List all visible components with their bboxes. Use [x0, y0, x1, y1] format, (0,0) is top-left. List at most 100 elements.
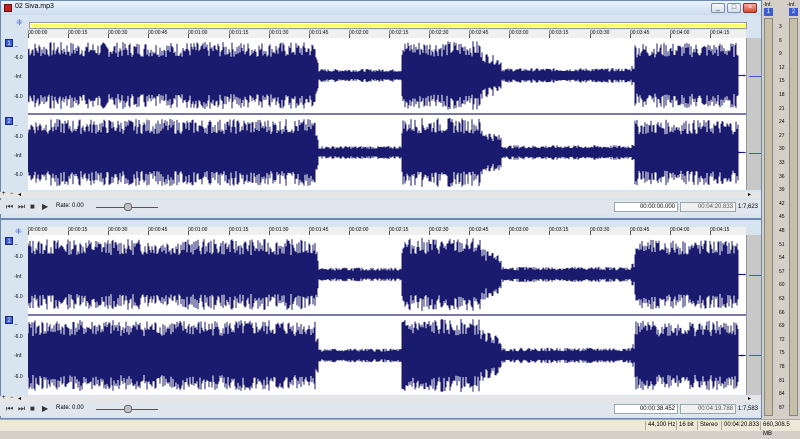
length-field: 00:04:20.833 — [680, 202, 736, 212]
transport-bar-top: ⏮ ⏭ ■ ▶ Rate: 0.00 00:00:00.000 00:04:20… — [0, 200, 760, 214]
waveform-top[interactable] — [28, 38, 746, 190]
meter-scale-label: 57 — [779, 268, 785, 275]
stop-icon[interactable]: ■ — [30, 203, 38, 211]
rate-slider-knob[interactable] — [124, 203, 132, 211]
waveform-channel-2[interactable] — [28, 118, 746, 187]
horizontal-scrollbar-top[interactable]: + − ◂ ▸ — [0, 191, 760, 198]
close-icon: × — [747, 4, 753, 11]
db-label: -6.0 — [14, 254, 23, 260]
zoom-ratio: 1:7,623 — [738, 204, 759, 210]
channel-separator — [28, 314, 746, 316]
channel-1-button[interactable]: 1 — [5, 39, 13, 47]
scroll-left-icon[interactable]: ◂ — [18, 191, 21, 198]
ruler-tick-label: 00:00:30 — [108, 227, 128, 233]
ruler-tick-label: 00:04:00 — [670, 30, 690, 36]
channel-2-button[interactable]: 2 — [5, 316, 13, 324]
ruler-tick-label: 00:02:00 — [349, 227, 369, 233]
collapse-ch1-icon[interactable]: − — [14, 44, 20, 51]
ruler-tick-label: 00:00:15 — [68, 227, 88, 233]
play-icon[interactable]: ▶ — [42, 203, 50, 211]
rate-label: Rate: 0.00 — [56, 405, 84, 411]
title-bar[interactable]: 02 Siva.mp3 _ □ × — [1, 1, 761, 15]
meter-channel-2-button[interactable]: 2 — [789, 8, 798, 16]
maximize-icon: □ — [731, 4, 737, 11]
close-button[interactable]: × — [743, 3, 757, 13]
meter-scale-label: 15 — [779, 78, 785, 85]
zoom-out-icon[interactable]: − — [10, 191, 14, 197]
waveform-channel-2[interactable] — [28, 319, 746, 392]
collapse-ch1-icon[interactable]: − — [14, 242, 20, 249]
meter-scale-label: 51 — [779, 241, 785, 248]
ruler-tick-label: 00:04:00 — [670, 227, 690, 233]
waveform-bottom[interactable] — [28, 235, 746, 395]
transport-bar-bottom: ⏮ ⏭ ■ ▶ Rate: 0.00 00:00:38.452 00:04:19… — [0, 402, 760, 416]
meter-channel-1-button[interactable]: 1 — [764, 8, 773, 16]
go-to-start-icon[interactable]: ⏮ — [6, 405, 14, 413]
collapse-ch2-icon[interactable]: − — [14, 123, 20, 130]
waveform-view-bottom[interactable] — [28, 235, 746, 395]
waveform-view-top[interactable] — [28, 38, 746, 190]
time-ruler-bottom[interactable]: 00:00:00 00:00:15 00:00:30 00:00:45 00:01:00… — [28, 227, 746, 235]
zoom-out-icon[interactable]: − — [10, 395, 14, 401]
ruler-tick-label: 00:01:45 — [309, 30, 329, 36]
db-label: -6.0 — [14, 134, 23, 140]
meter-peak-right: -Inf. — [787, 2, 796, 8]
meter-scale-label: 69 — [779, 323, 785, 330]
vertical-scrollbar-bottom[interactable] — [746, 235, 761, 395]
overview-selection[interactable] — [31, 24, 746, 27]
ruler-tick-label: 00:01:30 — [269, 227, 289, 233]
time-ruler-top[interactable]: 00:00:00 00:00:15 00:00:30 00:00:45 00:01:00… — [28, 30, 746, 38]
rate-label: Rate: 0.00 — [56, 203, 84, 209]
cursor-position-field[interactable]: 00:00:00.000 — [614, 202, 678, 212]
maximize-button[interactable]: □ — [727, 3, 741, 13]
channel-1-button[interactable]: 1 — [5, 237, 13, 245]
waveform-channel-1[interactable] — [28, 41, 746, 110]
ruler-tick-label: 00:04:15 — [710, 30, 730, 36]
ruler-tick-label: 00:00:00 — [28, 227, 48, 233]
zoom-in-icon[interactable]: + — [2, 395, 6, 401]
ruler-tick-label: 00:03:15 — [549, 30, 569, 36]
cursor-position-field[interactable]: 00:00:38.452 — [614, 404, 678, 414]
ruler-tick-label: 00:01:00 — [188, 30, 208, 36]
meter-scale-label: 3 — [779, 24, 782, 30]
db-label: -6.0 — [14, 172, 23, 178]
vertical-scrollbar-top[interactable] — [746, 38, 761, 190]
channel-separator — [28, 113, 746, 115]
scroll-right-icon[interactable]: ▸ — [748, 191, 751, 198]
channel-2-button[interactable]: 2 — [5, 117, 13, 125]
ruler-tick-label: 00:03:15 — [549, 227, 569, 233]
overview-bar[interactable] — [29, 22, 747, 29]
stop-icon[interactable]: ■ — [30, 405, 38, 413]
meter-scale-label: 84 — [779, 391, 785, 398]
meter-bar-right — [789, 18, 798, 416]
link-icon[interactable]: ⁜ — [15, 227, 22, 236]
go-to-start-icon[interactable]: ⏮ — [6, 203, 14, 211]
play-icon[interactable]: ▶ — [42, 405, 50, 413]
ruler-tick-label: 00:02:15 — [389, 227, 409, 233]
length-field: 00:04:19.788 — [680, 404, 736, 414]
ruler-tick-label: 00:00:30 — [108, 30, 128, 36]
minimize-button[interactable]: _ — [711, 3, 725, 13]
ruler-tick-label: 00:03:45 — [630, 227, 650, 233]
meter-scale-label: 63 — [779, 296, 785, 302]
waveform-channel-1[interactable] — [28, 238, 746, 311]
ruler-tick-label: 00:01:00 — [188, 227, 208, 233]
scroll-left-icon[interactable]: ◂ — [18, 395, 21, 402]
channel-link-toggle[interactable]: ⁜ — [4, 18, 24, 36]
go-to-end-icon[interactable]: ⏭ — [18, 405, 26, 413]
scroll-right-icon[interactable]: ▸ — [748, 395, 751, 402]
scroll-marker — [749, 275, 761, 276]
db-label: -6.0 — [14, 94, 23, 100]
go-to-end-icon[interactable]: ⏭ — [18, 203, 26, 211]
ruler-tick-label: 00:03:30 — [590, 227, 610, 233]
meter-scale-label: 87 — [779, 404, 785, 411]
ruler-tick-label: 00:02:45 — [469, 227, 489, 233]
meter-bar-left — [764, 18, 773, 416]
collapse-ch2-icon[interactable]: − — [14, 322, 20, 329]
disk-space: 660,308.5 MB — [760, 421, 800, 437]
ruler-tick-label: 00:01:45 — [309, 227, 329, 233]
meter-scale-label: 27 — [779, 132, 785, 139]
rate-slider-knob[interactable] — [124, 405, 132, 413]
channel-mode: Stereo — [697, 421, 720, 430]
zoom-in-icon[interactable]: + — [2, 191, 6, 197]
